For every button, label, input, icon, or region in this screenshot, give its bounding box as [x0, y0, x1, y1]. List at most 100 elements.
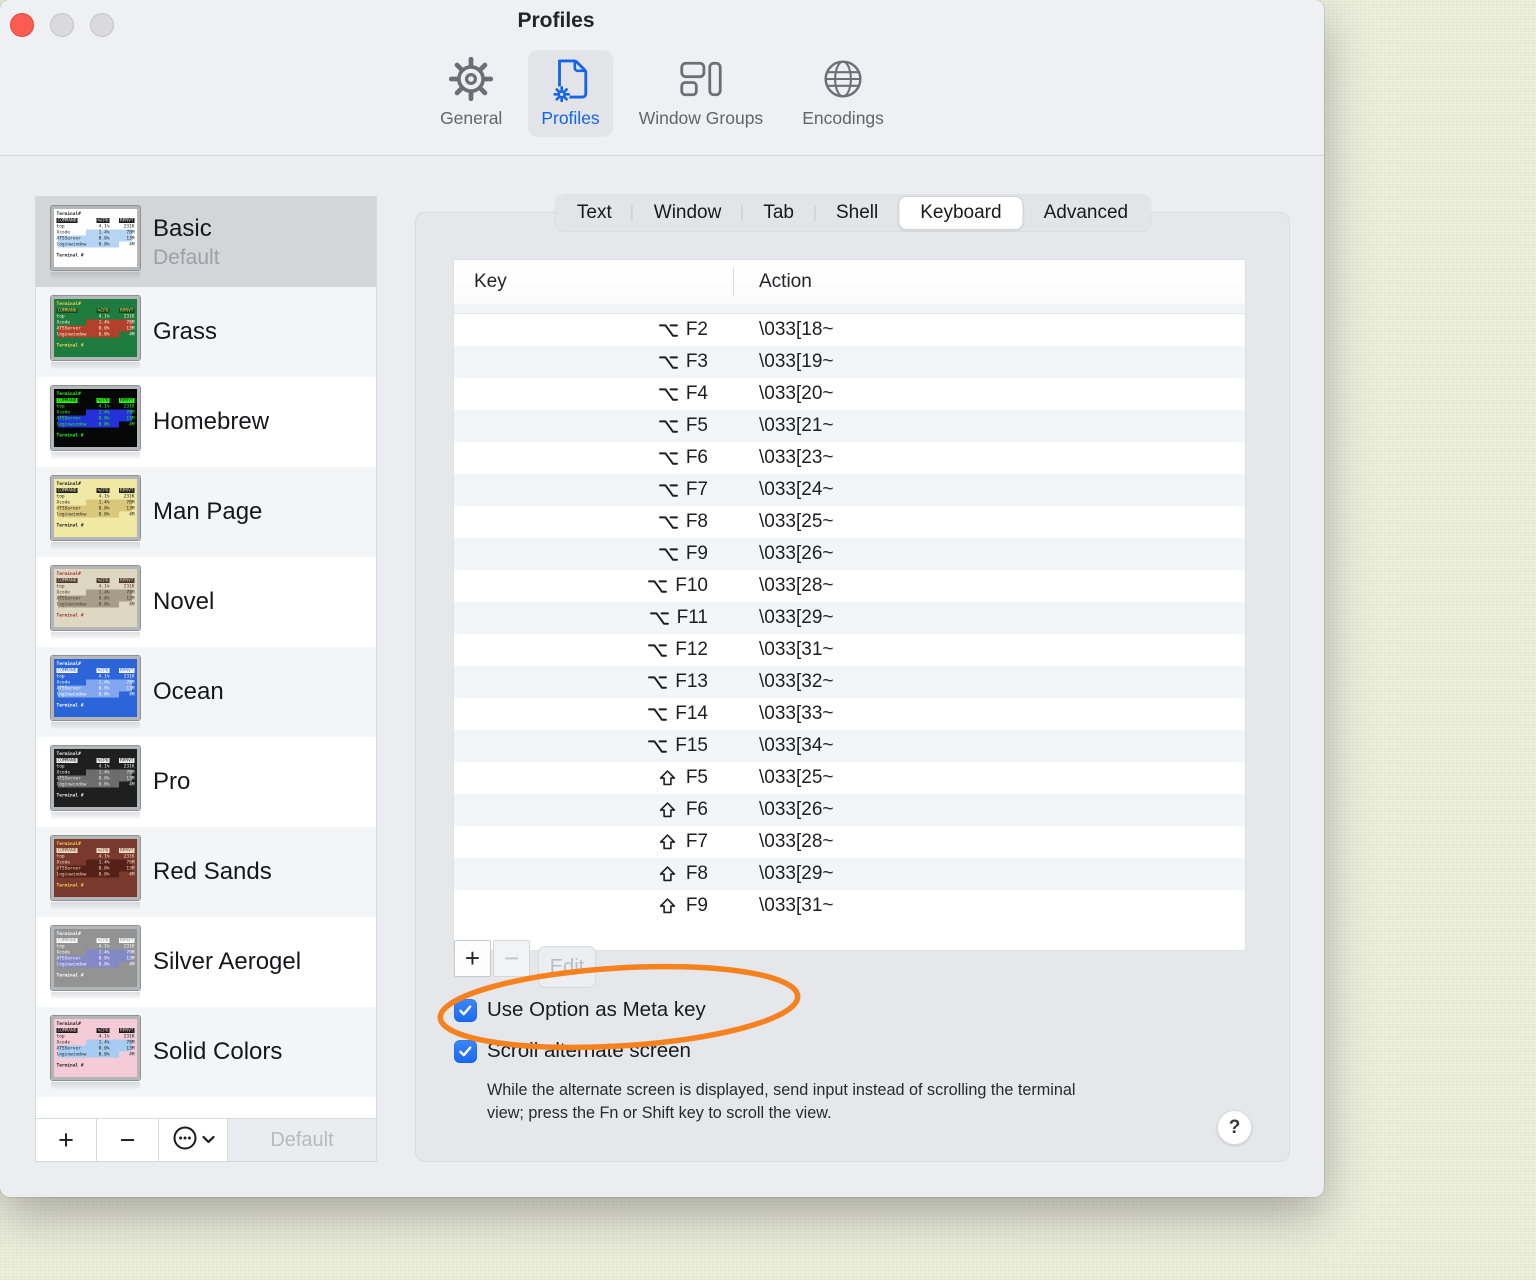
help-button[interactable]: ? [1217, 1110, 1252, 1145]
table-row[interactable]: F14 \033[33~ [454, 698, 1245, 730]
profile-thumbnail: Terminal# COMMAND %CPU RPRVT top 4.1% 231K Xcod… [51, 565, 140, 639]
profile-thumbnail: Terminal# COMMAND %CPU RPRVT top 4.1% 231K Xcod… [51, 1015, 140, 1089]
action-value: \033[31~ [759, 895, 834, 916]
table-row[interactable]: F7 \033[28~ [454, 826, 1245, 858]
key-cell: F15 [454, 735, 733, 757]
table-row[interactable]: F8 \033[29~ [454, 858, 1245, 890]
tab-keyboard[interactable]: Keyboard [899, 197, 1023, 229]
table-row[interactable]: F2 \033[18~ [454, 314, 1245, 346]
shift-key-icon [659, 834, 678, 850]
profile-item-silver-aerogel[interactable]: Terminal# COMMAND %CPU RPRVT top 4.1% 231K Xcod… [36, 917, 376, 1007]
shift-key-icon [659, 802, 678, 818]
option-key-icon [658, 514, 678, 530]
remove-profile-button[interactable]: − [97, 1119, 159, 1161]
alternate-screen-description: While the alternate screen is displayed,… [487, 1081, 1076, 1122]
table-row[interactable]: F5 \033[21~ [454, 410, 1245, 442]
table-row[interactable]: F10 \033[28~ [454, 570, 1245, 602]
thumbnail-reflection [51, 901, 140, 909]
key-label: F2 [685, 319, 708, 340]
add-key-button[interactable]: + [454, 940, 491, 977]
chevron-down-icon [201, 1131, 215, 1149]
check-icon [459, 1004, 472, 1015]
key-label: F7 [685, 831, 708, 852]
profile-item-pro[interactable]: Terminal# COMMAND %CPU RPRVT top 4.1% 231K Xcod… [36, 737, 376, 827]
profile-thumbnail: Terminal# COMMAND %CPU RPRVT top 4.1% 231K Xcod… [51, 385, 140, 459]
minus-icon: − [119, 1124, 136, 1155]
action-value: \033[21~ [759, 415, 834, 436]
profile-item-solid-colors[interactable]: Terminal# COMMAND %CPU RPRVT top 4.1% 231K Xcod… [36, 1007, 376, 1097]
toolbar-item-profiles[interactable]: Profiles [528, 50, 613, 137]
profile-settings-pane: Text Window Tab Shell Keyboard Advanced Key A… [415, 195, 1290, 1162]
option-key-icon [658, 482, 678, 498]
table-row[interactable]: F12 \033[31~ [454, 634, 1245, 666]
key-label: F8 [685, 511, 708, 532]
action-value: \033[33~ [759, 703, 834, 724]
profile-item-man-page[interactable]: Terminal# COMMAND %CPU RPRVT top 4.1% 231K Xcod… [36, 467, 376, 557]
use-option-as-meta-key-checkbox[interactable] [454, 998, 477, 1022]
action-value: \033[25~ [759, 767, 834, 788]
toolbar-label-profiles: Profiles [541, 108, 600, 128]
table-row[interactable]: F9 \033[31~ [454, 890, 1245, 922]
profile-item-homebrew[interactable]: Terminal# COMMAND %CPU RPRVT top 4.1% 231K Xcod… [36, 377, 376, 467]
tab-tab[interactable]: Tab [741, 197, 815, 229]
desktop: { "colors": { "accent_blue": "#1565e6", … [0, 0, 1536, 1280]
globe-icon [822, 55, 864, 103]
column-header-key: Key [474, 271, 507, 292]
gear-icon [449, 55, 494, 103]
table-row[interactable]: F15 \033[34~ [454, 730, 1245, 762]
default-profile-button[interactable]: Default [228, 1119, 376, 1161]
profile-item-ocean[interactable]: Terminal# COMMAND %CPU RPRVT top 4.1% 231K Xcod… [36, 647, 376, 737]
toolbar-item-general[interactable]: General [427, 50, 515, 137]
table-row[interactable]: F9 \033[26~ [454, 538, 1245, 570]
option-key-icon [649, 610, 669, 626]
preferences-toolbar: General Profiles Window Groups Encodings [0, 50, 1324, 137]
tab-text[interactable]: Text [556, 197, 633, 229]
edit-key-button[interactable]: Edit [538, 946, 596, 988]
question-mark-icon: ? [1228, 1116, 1241, 1138]
column-divider[interactable] [733, 267, 734, 297]
thumbnail-reflection [51, 721, 140, 729]
profile-name: Man Page [153, 498, 263, 525]
table-row[interactable]: F11 \033[29~ [454, 602, 1245, 634]
shift-key-icon [659, 770, 678, 786]
thumbnail-reflection [51, 451, 140, 459]
key-cell: F14 [454, 703, 733, 725]
action-value: \033[23~ [759, 447, 834, 468]
table-row[interactable]: F8 \033[25~ [454, 506, 1245, 538]
toolbar-item-window-groups[interactable]: Window Groups [626, 50, 777, 137]
tab-window[interactable]: Window [631, 197, 743, 229]
shift-key-icon [659, 898, 678, 914]
table-row[interactable]: F6 \033[23~ [454, 442, 1245, 474]
profile-item-novel[interactable]: Terminal# COMMAND %CPU RPRVT top 4.1% 231K Xcod… [36, 557, 376, 647]
plus-icon: + [58, 1124, 74, 1155]
table-row[interactable]: F6 \033[26~ [454, 794, 1245, 826]
key-cell: F5 [454, 415, 733, 437]
circle-ellipsis-icon [172, 1125, 198, 1156]
scroll-alternate-screen-checkbox[interactable] [454, 1039, 477, 1063]
key-label: F3 [685, 351, 708, 372]
table-row[interactable]: F4 \033[20~ [454, 378, 1245, 410]
key-label: F11 [676, 607, 708, 628]
option-key-icon [648, 674, 668, 690]
key-cell: F5 [454, 767, 733, 789]
profile-item-grass[interactable]: Terminal# COMMAND %CPU RPRVT top 4.1% 231K Xcod… [36, 287, 376, 377]
profile-thumbnail: Terminal# COMMAND %CPU RPRVT top 4.1% 231K Xcod… [51, 925, 140, 999]
profile-tabs: Text Window Tab Shell Keyboard Advanced [554, 195, 1151, 231]
check-icon [459, 1045, 472, 1056]
table-row[interactable]: F3 \033[19~ [454, 346, 1245, 378]
toolbar-label-encodings: Encodings [802, 108, 884, 128]
tab-advanced[interactable]: Advanced [1023, 197, 1150, 229]
remove-key-button[interactable]: − [493, 940, 530, 977]
option-key-icon [658, 450, 678, 466]
tab-shell[interactable]: Shell [813, 197, 899, 229]
profile-actions-menu-button[interactable] [159, 1119, 228, 1161]
table-row[interactable]: F13 \033[32~ [454, 666, 1245, 698]
table-row[interactable]: F5 \033[25~ [454, 762, 1245, 794]
add-profile-button[interactable]: + [36, 1119, 97, 1161]
key-label: F15 [675, 735, 708, 756]
toolbar-item-encodings[interactable]: Encodings [789, 50, 897, 137]
profile-item-red-sands[interactable]: Terminal# COMMAND %CPU RPRVT top 4.1% 231K Xcod… [36, 827, 376, 917]
option-key-icon [658, 354, 678, 370]
table-row[interactable]: F7 \033[24~ [454, 474, 1245, 506]
profile-item-basic[interactable]: Terminal# COMMAND %CPU RPRVT top 4.1% 231K Xcod… [36, 197, 376, 287]
